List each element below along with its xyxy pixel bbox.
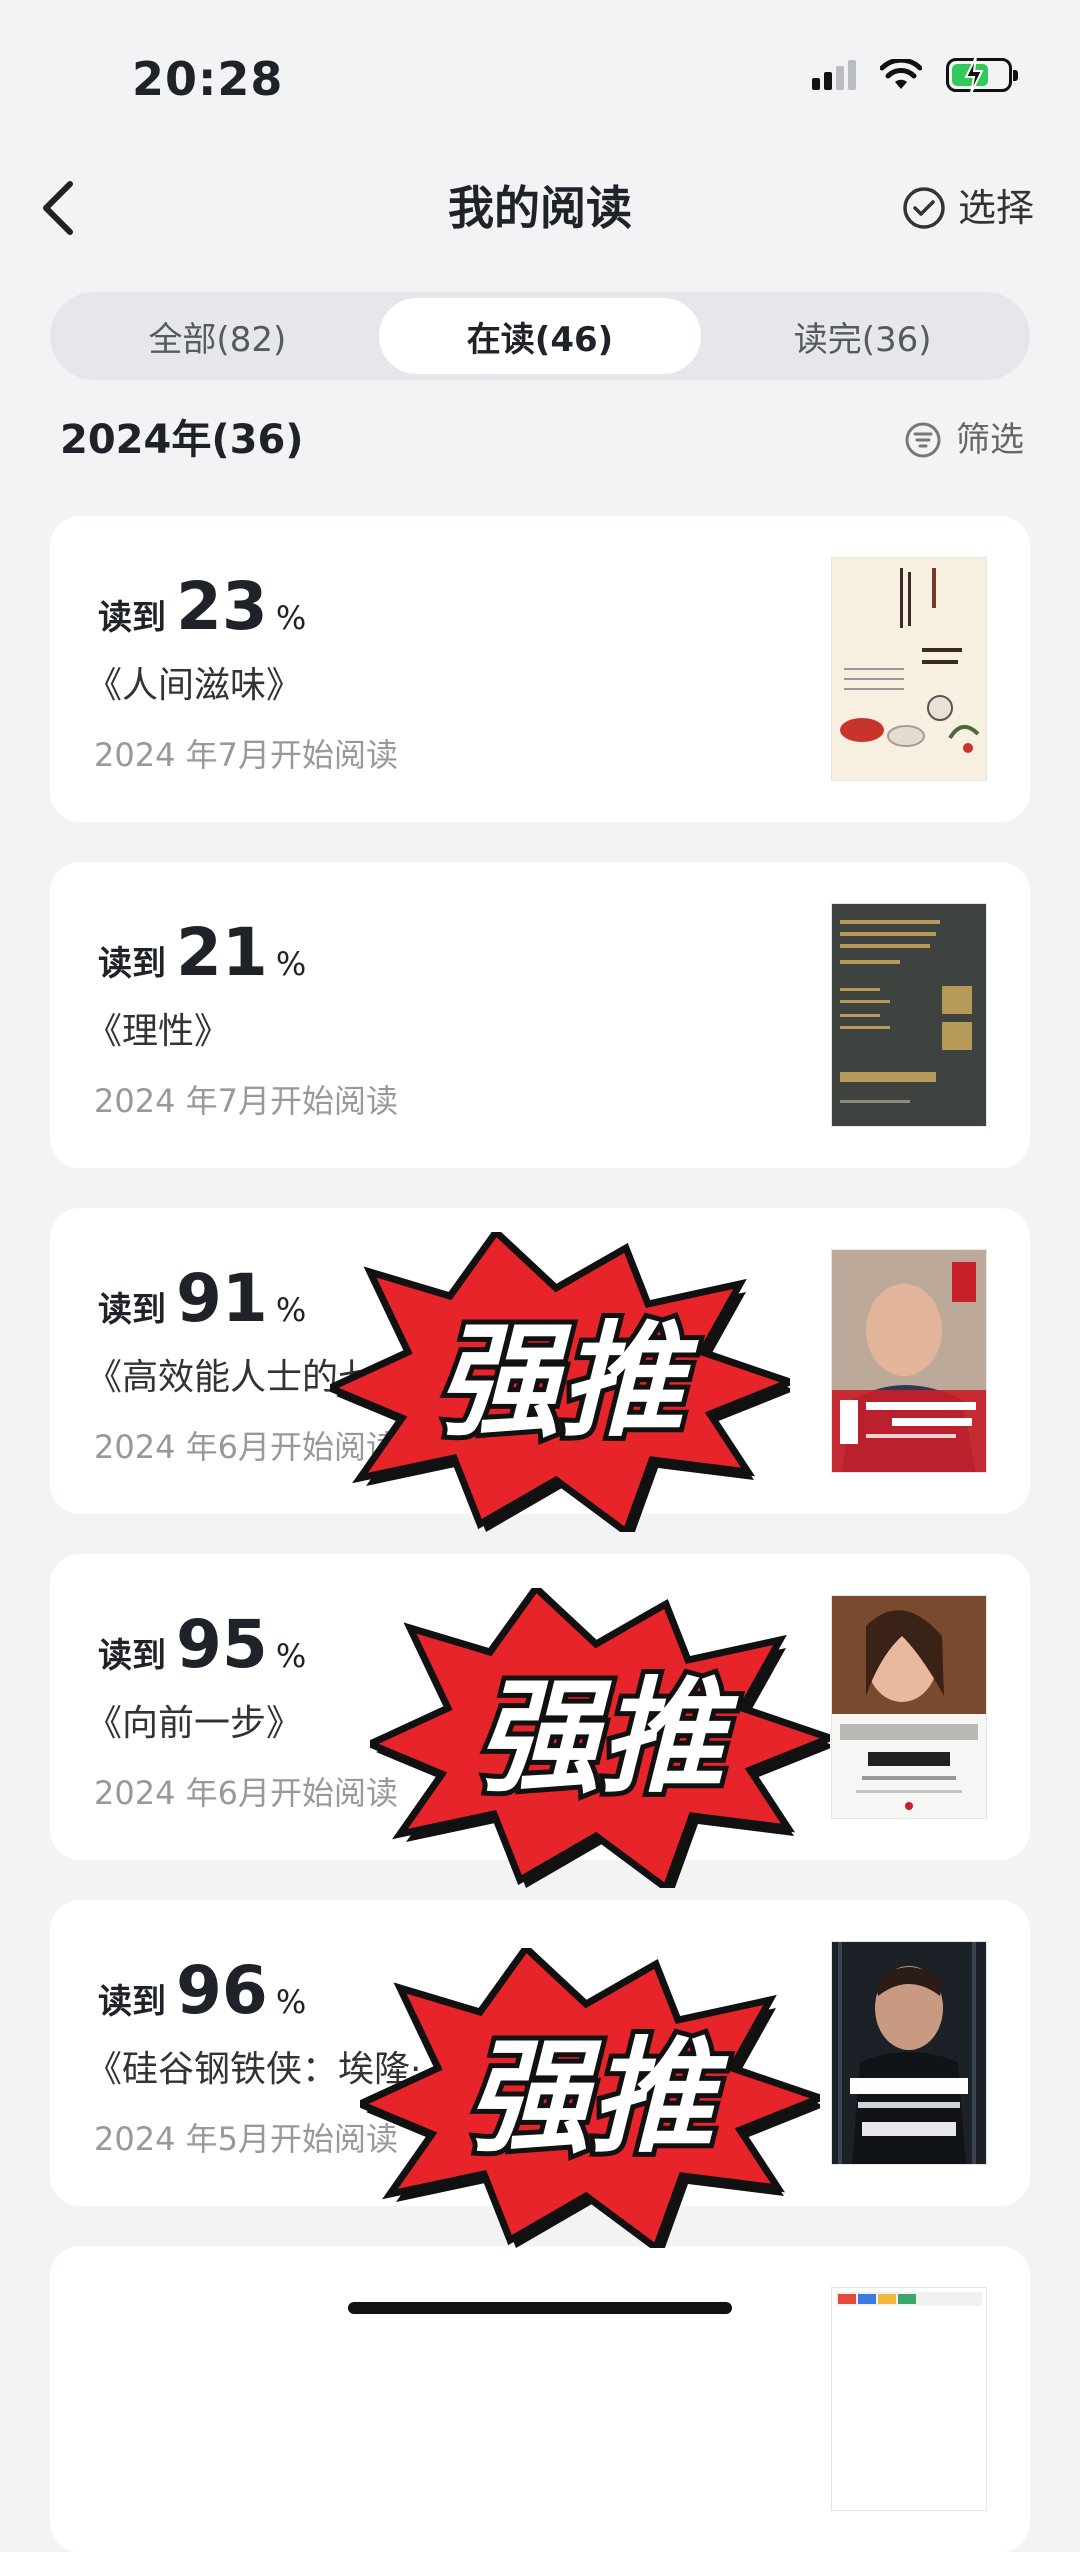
reading-progress: 读到 96 % <box>98 1952 306 2029</box>
tab-finished[interactable]: 读完(36) <box>701 298 1024 374</box>
battery-icon <box>946 56 1018 94</box>
book-card[interactable]: 读到 21 % 《理性》 2024 年7月开始阅读 <box>50 862 1030 1168</box>
reading-progress: 读到 91 % <box>98 1260 306 1337</box>
percent-sign: % <box>275 599 307 637</box>
progress-prefix: 读到 <box>98 1290 166 1330</box>
book-title: 《人间滋味》 <box>86 665 303 706</box>
check-circle-icon <box>903 187 945 229</box>
start-date: 2024 年5月开始阅读 <box>94 2120 398 2158</box>
book-cover-image <box>832 1596 986 1818</box>
book-cover-image <box>832 1250 986 1472</box>
book-title: 《向前一步》 <box>86 1703 303 1744</box>
book-cover-image <box>832 558 986 780</box>
progress-percent: 91 <box>176 1260 268 1337</box>
progress-prefix: 读到 <box>98 598 166 638</box>
reading-progress: 读到 95 % <box>98 1606 306 1683</box>
percent-sign: % <box>275 1637 307 1675</box>
book-card[interactable]: 读到 23 % 《人间滋味》 2024 年7月开始阅读 <box>50 516 1030 822</box>
select-button[interactable]: 选择 <box>902 180 1034 236</box>
book-title: 《理性》 <box>86 1011 231 1052</box>
reading-status-tabs: 全部(82) 在读(46) 读完(36) <box>50 292 1030 380</box>
home-indicator[interactable] <box>348 2302 732 2314</box>
wifi-icon <box>880 59 922 89</box>
filter-label: 筛选 <box>956 420 1024 460</box>
progress-percent: 21 <box>176 914 268 991</box>
percent-sign: % <box>275 945 307 983</box>
start-date: 2024 年6月开始阅读 <box>94 1774 398 1812</box>
year-section-header: 2024年(36) <box>60 417 304 463</box>
progress-prefix: 读到 <box>98 944 166 984</box>
sticker-text: 强推 <box>436 1310 699 1454</box>
percent-sign: % <box>275 1983 307 2021</box>
status-icons <box>812 56 1018 94</box>
progress-percent: 96 <box>176 1952 268 2029</box>
progress-percent: 23 <box>176 568 268 645</box>
recommend-sticker: 强推 <box>370 1588 830 1888</box>
tab-reading[interactable]: 在读(46) <box>378 298 702 374</box>
book-cover-image <box>832 2288 986 2510</box>
cellular-signal-icon <box>812 60 856 90</box>
recommend-sticker: 强推 <box>360 1948 820 2248</box>
book-cover-image <box>832 904 986 1126</box>
start-date: 2024 年7月开始阅读 <box>94 1082 398 1120</box>
start-date: 2024 年7月开始阅读 <box>94 736 398 774</box>
filter-button[interactable]: 筛选 <box>904 414 1024 466</box>
filter-icon <box>905 422 941 458</box>
progress-percent: 95 <box>176 1606 268 1683</box>
percent-sign: % <box>275 1291 307 1329</box>
progress-prefix: 读到 <box>98 1636 166 1676</box>
reading-progress: 读到 23 % <box>98 568 306 645</box>
reading-progress: 读到 21 % <box>98 914 306 991</box>
sticker-text: 强推 <box>476 1666 739 1810</box>
select-label: 选择 <box>957 186 1034 230</box>
book-card[interactable] <box>50 2246 1030 2552</box>
tab-all[interactable]: 全部(82) <box>56 298 379 374</box>
progress-prefix: 读到 <box>98 1982 166 2022</box>
status-time: 20:28 <box>132 52 284 106</box>
sticker-text: 强推 <box>466 2026 729 2170</box>
recommend-sticker: 强推 <box>330 1232 790 1532</box>
book-cover-image <box>832 1942 986 2164</box>
